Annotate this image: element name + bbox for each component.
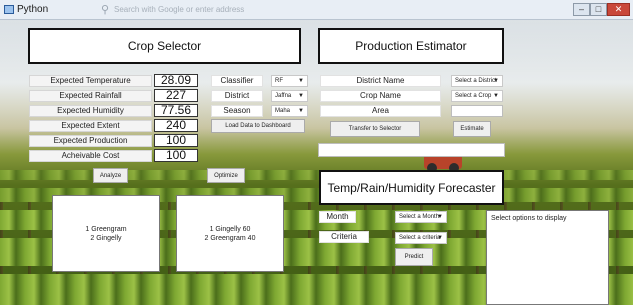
rainfall-label: Expected Rainfall — [29, 90, 152, 102]
temperature-label: Expected Temperature — [29, 75, 152, 87]
district-name-label: District Name — [320, 75, 441, 87]
analyze-result-box: 1 Greengram 2 Gingelly — [52, 195, 160, 272]
cost-input[interactable]: 100 — [154, 149, 198, 162]
window-title: Python — [17, 4, 49, 15]
result-line: 2 Gingelly — [90, 234, 122, 242]
close-button[interactable]: ✕ — [607, 3, 630, 16]
optimize-button[interactable]: Optimize — [207, 168, 245, 183]
transfer-to-selector-button[interactable]: Transfer to Selector — [330, 121, 420, 137]
predict-button[interactable]: Predict — [395, 248, 433, 266]
estimate-button[interactable]: Estimate — [453, 121, 491, 137]
forecaster-title-text: Temp/Rain/Humidity Forecaster — [327, 180, 496, 195]
humidity-input[interactable]: 77.56 — [154, 104, 198, 117]
forecast-output-box: Select options to display — [486, 210, 609, 305]
season-select-value: Maha — [275, 108, 291, 114]
season-label: Season — [211, 105, 263, 117]
criteria-select-value: Select a criteria — [399, 235, 441, 241]
rainfall-input[interactable]: 227 — [154, 89, 198, 102]
estimate-output-field[interactable] — [318, 143, 505, 157]
cost-label: Acheivable Cost — [29, 150, 152, 162]
chevron-down-icon: ▼ — [437, 235, 443, 241]
criteria-label: Criteria — [319, 231, 369, 243]
month-select[interactable]: Select a Month ▼ — [395, 211, 447, 223]
app-window: Python ⚲ Search with Google or enter add… — [0, 0, 633, 305]
district-label: District — [211, 90, 263, 102]
criteria-select[interactable]: Select a criteria ▼ — [395, 232, 447, 244]
search-input[interactable]: Search with Google or enter address — [114, 5, 244, 14]
chevron-down-icon: ▼ — [493, 78, 499, 84]
crop-selector-title-text: Crop Selector — [127, 39, 202, 53]
season-select[interactable]: Maha ▼ — [271, 105, 308, 117]
crop-selector-title: Crop Selector — [28, 28, 301, 64]
maximize-button[interactable]: □ — [590, 3, 607, 16]
chevron-down-icon: ▼ — [298, 108, 304, 114]
district-select-value: Jaffna — [275, 93, 292, 99]
temperature-input[interactable]: 28.09 — [154, 74, 198, 87]
classifier-select[interactable]: RF ▼ — [271, 75, 308, 87]
production-estimator-title: Production Estimator — [318, 28, 504, 64]
production-label: Expected Production — [29, 135, 152, 147]
chevron-down-icon: ▼ — [298, 78, 304, 84]
crop-name-label: Crop Name — [320, 90, 441, 102]
chevron-down-icon: ▼ — [298, 93, 304, 99]
app-icon — [4, 5, 14, 14]
area-input[interactable] — [451, 105, 503, 117]
area-label: Area — [320, 105, 441, 117]
production-estimator-title-text: Production Estimator — [355, 39, 467, 53]
title-bar: Python ⚲ Search with Google or enter add… — [0, 0, 633, 20]
optimize-result-box: 1 Gingelly 60 2 Greengram 40 — [176, 195, 284, 272]
district-select[interactable]: Jaffna ▼ — [271, 90, 308, 102]
search-icon: ⚲ — [101, 4, 110, 16]
result-line: 2 Greengram 40 — [204, 234, 256, 242]
classifier-label: Classifier — [211, 75, 263, 87]
classifier-select-value: RF — [275, 78, 283, 84]
extent-input[interactable]: 240 — [154, 119, 198, 132]
extent-label: Expected Extent — [29, 120, 152, 132]
chevron-down-icon: ▼ — [493, 93, 499, 99]
crop-name-select[interactable]: Select a Crop ▼ — [451, 90, 503, 102]
month-label: Month — [319, 211, 356, 223]
load-data-button[interactable]: Load Data to Dashboard — [211, 119, 305, 133]
month-select-value: Select a Month — [399, 214, 440, 220]
forecast-output-text: Select options to display — [491, 215, 567, 222]
district-name-select[interactable]: Select a District ▼ — [451, 75, 503, 87]
result-line: 1 Gingelly 60 — [209, 225, 251, 233]
analyze-button[interactable]: Analyze — [93, 168, 128, 183]
result-line: 1 Greengram — [85, 225, 127, 233]
forecaster-title: Temp/Rain/Humidity Forecaster — [319, 170, 504, 205]
chevron-down-icon: ▼ — [437, 214, 443, 220]
district-name-select-value: Select a District — [455, 78, 497, 84]
production-input[interactable]: 100 — [154, 134, 198, 147]
crop-name-select-value: Select a Crop — [455, 93, 492, 99]
minimize-button[interactable]: – — [573, 3, 590, 16]
humidity-label: Expected Humidity — [29, 105, 152, 117]
